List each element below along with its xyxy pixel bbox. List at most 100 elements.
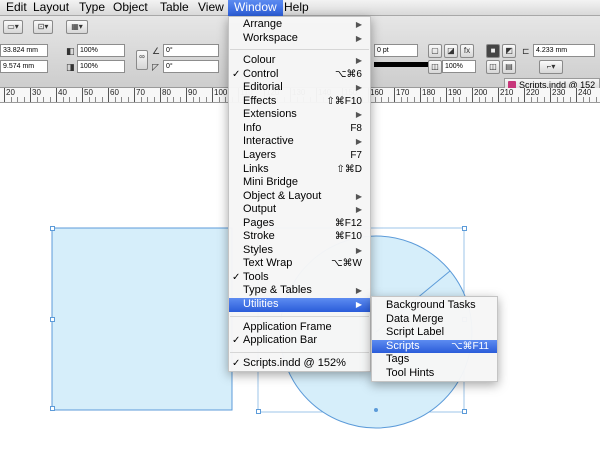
corner-options-icon[interactable]: ⌐▾ xyxy=(539,60,563,74)
menu-item-background-tasks[interactable]: Background Tasks xyxy=(372,299,497,313)
menu-item-tools[interactable]: ✓ Tools xyxy=(229,271,370,285)
menubar-window[interactable]: Window xyxy=(228,0,283,16)
menu-item-scripts-indd-152[interactable]: ✓ Scripts.indd @ 152% xyxy=(229,357,370,371)
menu-item-text-wrap[interactable]: Text Wrap ⌥⌘W xyxy=(229,257,370,271)
ruler-minor-tick xyxy=(530,97,532,102)
selection-handle[interactable] xyxy=(50,406,55,411)
menu-item-type-tables[interactable]: Type & Tables ▶ xyxy=(229,284,370,298)
menu-item-stroke[interactable]: Stroke ⌘F10 xyxy=(229,230,370,244)
effects-fx-icon[interactable]: fx xyxy=(460,44,474,58)
offset-field[interactable]: 4.233 mm xyxy=(533,44,595,57)
wrap-shape-icon[interactable]: ◫ xyxy=(486,60,500,74)
shadow-icon[interactable]: ◫ xyxy=(428,60,442,74)
ruler-major-tick xyxy=(186,88,187,102)
menubar-table[interactable]: Table xyxy=(154,0,195,16)
menu-item-data-merge[interactable]: Data Merge xyxy=(372,313,497,327)
menu-item-scripts[interactable]: Scripts ⌥⌘F11 xyxy=(372,339,497,354)
frame-tool-icon[interactable]: ▭▾ xyxy=(3,20,23,34)
menu-item-application-frame[interactable]: Application Frame xyxy=(229,321,370,335)
menu-item-effects[interactable]: Effects ⇧⌘F10 xyxy=(229,95,370,109)
stroke-icon[interactable]: ◪ xyxy=(444,44,458,58)
ruler-minor-tick xyxy=(43,97,44,102)
ruler-major-tick xyxy=(498,88,499,102)
menu-item-utilities[interactable]: Utilities ▶ xyxy=(229,298,370,312)
menu-item-links[interactable]: Links ⇧⌘D xyxy=(229,163,370,177)
ruler-major-tick xyxy=(420,88,421,102)
ruler-label: 240 xyxy=(578,88,592,97)
checkmark-icon: ✓ xyxy=(232,357,241,369)
menu-item-label: Data Merge xyxy=(386,312,444,325)
menu-item-object-layout[interactable]: Object & Layout ▶ xyxy=(229,190,370,204)
menu-item-label: Application Bar xyxy=(243,334,317,347)
menu-item-arrange[interactable]: Arrange ▶ xyxy=(229,18,370,32)
ruler-label: 60 xyxy=(110,88,119,97)
wrap-jump-icon[interactable]: ▤ xyxy=(502,60,516,74)
shear-field[interactable]: 0° xyxy=(163,60,219,73)
submenu-arrow-icon: ▶ xyxy=(355,33,362,43)
menubar-view[interactable]: View xyxy=(192,0,230,16)
selection-handle[interactable] xyxy=(256,409,261,414)
window-menu: Arrange ▶ Workspace ▶ Colour ▶ ✓ Control ⌥⌘6 Edit… xyxy=(228,16,371,372)
selection-handle[interactable] xyxy=(50,226,55,231)
menubar-layout[interactable]: Layout xyxy=(27,0,75,16)
scale-y-field[interactable]: 100% xyxy=(77,60,125,73)
menu-separator xyxy=(230,351,369,353)
selection-handle[interactable] xyxy=(462,226,467,231)
menu-item-label: Type & Tables xyxy=(243,284,312,297)
menu-item-interactive[interactable]: Interactive ▶ xyxy=(229,135,370,149)
fill-icon[interactable]: ▢ xyxy=(428,44,442,58)
selection-handle[interactable] xyxy=(462,409,467,414)
menu-item-script-label[interactable]: Script Label xyxy=(372,326,497,340)
menubar-object[interactable]: Object xyxy=(107,0,154,16)
menu-item-layers[interactable]: Layers F7 xyxy=(229,149,370,163)
checkmark-icon: ✓ xyxy=(232,68,241,80)
ruler-minor-tick xyxy=(407,97,408,102)
ruler-minor-tick xyxy=(10,97,12,102)
rotate-field[interactable]: 0° xyxy=(163,44,219,57)
menu-item-application-bar[interactable]: ✓ Application Bar xyxy=(229,334,370,348)
selection-handle[interactable] xyxy=(50,317,55,322)
menu-item-info[interactable]: Info F8 xyxy=(229,122,370,136)
menu-item-styles[interactable]: Styles ▶ xyxy=(229,244,370,258)
ruler-label: 160 xyxy=(370,88,384,97)
submenu-arrow-icon: ▶ xyxy=(355,191,362,201)
menu-item-label: Tool Hints xyxy=(386,367,435,379)
menu-item-extensions[interactable]: Extensions ▶ xyxy=(229,108,370,122)
rotate-icon: ∠ xyxy=(152,46,161,56)
align-icon[interactable]: ⊡▾ xyxy=(33,20,53,34)
scale-x-field[interactable]: 100% xyxy=(77,44,125,57)
menu-item-editorial[interactable]: Editorial ▶ xyxy=(229,81,370,95)
menu-item-colour[interactable]: Colour ▶ xyxy=(229,54,370,68)
ruler-minor-tick xyxy=(192,97,194,102)
utilities-submenu: Background Tasks Data Merge Script Label Sc… xyxy=(371,296,498,382)
view-options-icon[interactable]: ▦▾ xyxy=(66,20,88,34)
opacity-field[interactable]: 100% xyxy=(442,60,476,73)
menubar-help[interactable]: Help xyxy=(278,0,315,16)
constrain-proportions-icon[interactable]: ∞ xyxy=(136,50,148,70)
menu-item-label: Info xyxy=(243,121,262,134)
ruler-label: 70 xyxy=(136,88,145,97)
wrap-bbox-icon[interactable]: ◩ xyxy=(502,44,516,58)
wrap-none-icon[interactable]: ■ xyxy=(486,44,500,58)
ruler-minor-tick xyxy=(17,97,18,102)
rectangle-frame[interactable] xyxy=(51,227,233,411)
menu-item-output[interactable]: Output ▶ xyxy=(229,203,370,217)
y-position-field[interactable]: 9.574 mm xyxy=(0,60,48,73)
ruler-major-tick xyxy=(82,88,83,102)
stroke-type-swatch[interactable] xyxy=(374,62,434,67)
stroke-weight-field[interactable]: 0 pt xyxy=(374,44,418,57)
ruler-minor-tick xyxy=(413,97,415,102)
menu-item-mini-bridge[interactable]: Mini Bridge xyxy=(229,176,370,190)
ruler-major-tick xyxy=(134,88,135,102)
menu-item-control[interactable]: ✓ Control ⌥⌘6 xyxy=(229,68,370,82)
menu-item-tool-hints[interactable]: Tool Hints xyxy=(372,367,497,381)
menubar-type[interactable]: Type xyxy=(73,0,111,16)
menu-item-tags[interactable]: Tags xyxy=(372,353,497,367)
menu-item-workspace[interactable]: Workspace ▶ xyxy=(229,32,370,46)
x-position-field[interactable]: 33.824 mm xyxy=(0,44,48,57)
submenu-arrow-icon: ▶ xyxy=(355,300,362,309)
menu-item-pages[interactable]: Pages ⌘F12 xyxy=(229,217,370,231)
menu-item-label: Interactive xyxy=(243,135,294,148)
ruler-minor-tick xyxy=(225,97,226,102)
ruler-major-tick xyxy=(576,88,577,102)
